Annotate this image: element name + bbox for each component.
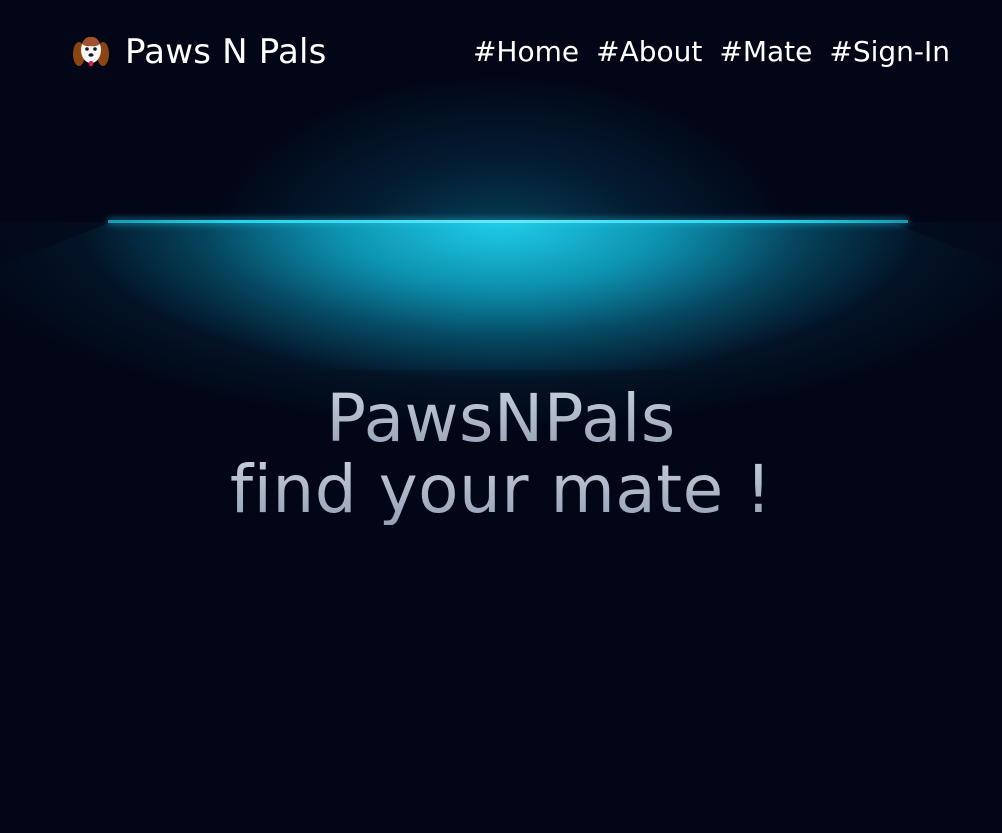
brand-logo-link[interactable]: Paws N Pals — [71, 30, 327, 74]
dog-face-icon — [73, 36, 109, 67]
navbar: Paws N Pals #Home #About #Mate #Sign-In — [0, 0, 1002, 105]
brand-name: Paws N Pals — [125, 32, 327, 72]
lamp-line — [108, 220, 908, 223]
hero-subtitle: find your mate ! — [0, 454, 1002, 525]
hero-title: PawsNPals — [0, 383, 1002, 454]
nav-link-sign-in[interactable]: #Sign-In — [829, 32, 950, 72]
nav-link-about[interactable]: #About — [596, 32, 702, 72]
nav-link-home[interactable]: #Home — [473, 32, 579, 72]
nav-link-mate[interactable]: #Mate — [719, 32, 812, 72]
hero-section: PawsNPals find your mate ! — [0, 383, 1002, 525]
landing-page: Paws N Pals #Home #About #Mate #Sign-In … — [0, 0, 1002, 833]
nav-links: #Home #About #Mate #Sign-In — [473, 32, 950, 72]
